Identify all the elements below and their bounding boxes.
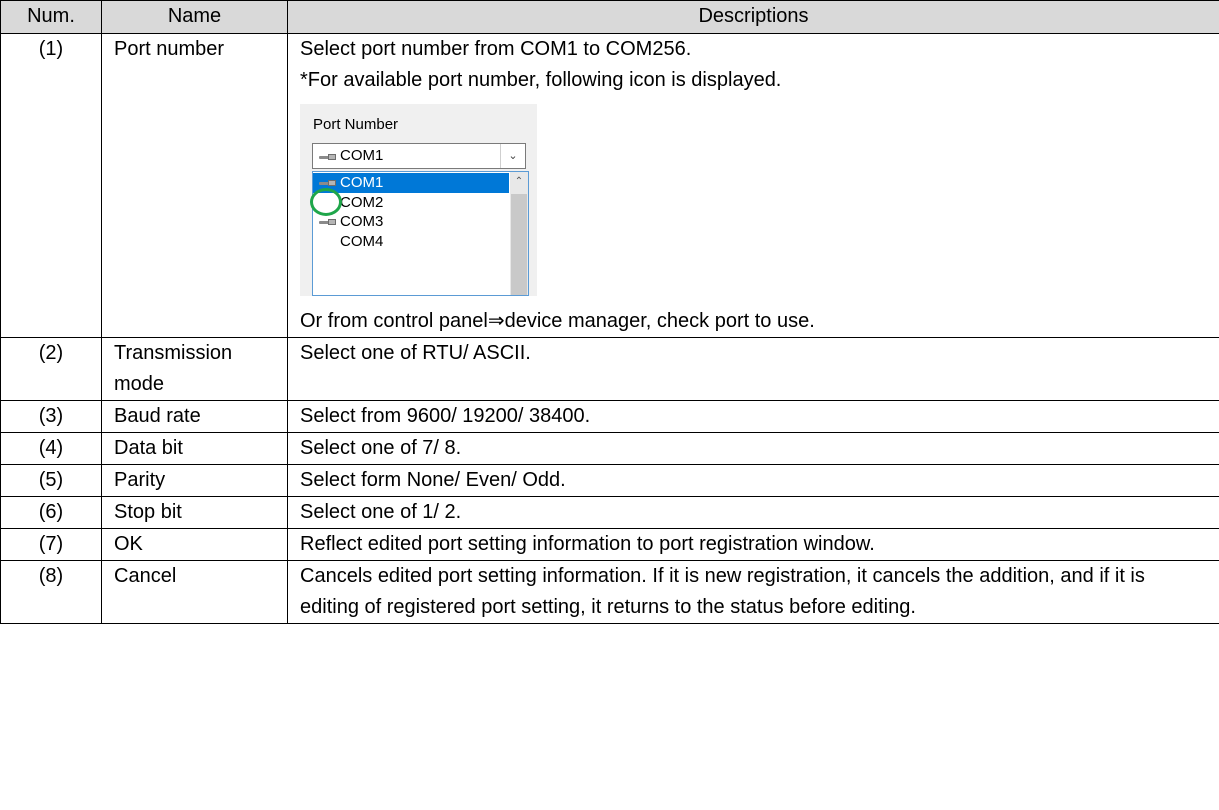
port-number-combobox[interactable]: COM1 ⌄ [312,143,526,169]
port-number-label: Port Number [313,116,399,133]
description-line: Select port number from COM1 to COM256. [300,38,692,60]
row-num: (2) [0,337,102,401]
port-dropdown-list: COM1 COM2 COM3 COM4 ⌃ [312,171,529,296]
row-name: Transmission mode [101,337,288,401]
row-description: Select one of RTU/ ASCII. [287,337,1219,401]
row-num: (3) [0,400,102,433]
row-description: Select one of 1/ 2. [287,496,1219,529]
serial-port-icon [319,153,337,161]
highlight-circle [310,188,342,216]
row-description: Cancels edited port setting information.… [287,560,1219,624]
row-name: Baud rate [101,400,288,433]
scrollbar-thumb[interactable] [511,194,527,295]
row-description: Select form None/ Even/ Odd. [287,464,1219,497]
list-item-label: COM2 [340,194,384,211]
row-name: Data bit [101,432,288,465]
table-row: (6) Stop bit Select one of 1/ 2. [0,496,1219,529]
description-line: *For available port number, following ic… [300,69,782,91]
list-item-label: COM3 [340,213,384,230]
combobox-value: COM1 [340,147,384,164]
table-row: (2) Transmission mode Select one of RTU/… [0,337,1219,401]
row-num: (7) [0,528,102,561]
table-row: (1) Port number Select port number from … [0,33,1219,338]
row-description: Select port number from COM1 to COM256. … [287,33,1219,338]
port-number-screenshot: Port Number COM1 ⌄ COM1 COM2 COM3 COM4 ⌃ [300,104,537,296]
row-name: Cancel [101,560,288,624]
list-item-com2[interactable]: COM2 [313,193,509,213]
table-row: (3) Baud rate Select from 9600/ 19200/ 3… [0,400,1219,433]
list-scrollbar[interactable]: ⌃ [510,172,528,295]
row-description: Select from 9600/ 19200/ 38400. [287,400,1219,433]
list-item-label: COM4 [340,233,384,250]
header-num: Num. [0,0,102,34]
list-item-com4[interactable]: COM4 [313,232,509,252]
serial-port-icon [319,218,337,226]
settings-table: Num. Name Descriptions (1) Port number S… [0,0,1219,624]
chevron-up-icon[interactable]: ⌃ [510,172,528,190]
row-description: Reflect edited port setting information … [287,528,1219,561]
list-item-label: COM1 [340,174,384,191]
serial-port-icon [319,179,337,187]
chevron-down-icon[interactable]: ⌄ [500,144,525,168]
row-num: (8) [0,560,102,624]
row-name: OK [101,528,288,561]
table-row: (5) Parity Select form None/ Even/ Odd. [0,464,1219,497]
row-name: Parity [101,464,288,497]
list-item-com1[interactable]: COM1 [313,173,509,193]
table-row: (4) Data bit Select one of 7/ 8. [0,432,1219,465]
row-num: (4) [0,432,102,465]
row-num: (6) [0,496,102,529]
description-line: Or from control panel⇒device manager, ch… [300,310,815,332]
row-name: Port number [101,33,288,338]
table-row: (8) Cancel Cancels edited port setting i… [0,560,1219,624]
row-num: (5) [0,464,102,497]
row-name: Stop bit [101,496,288,529]
row-num: (1) [0,33,102,338]
table-row: (7) OK Reflect edited port setting infor… [0,528,1219,561]
list-item-com3[interactable]: COM3 [313,212,509,232]
header-descriptions: Descriptions [287,0,1219,34]
header-row: Num. Name Descriptions [0,0,1219,34]
header-name: Name [101,0,288,34]
row-description: Select one of 7/ 8. [287,432,1219,465]
